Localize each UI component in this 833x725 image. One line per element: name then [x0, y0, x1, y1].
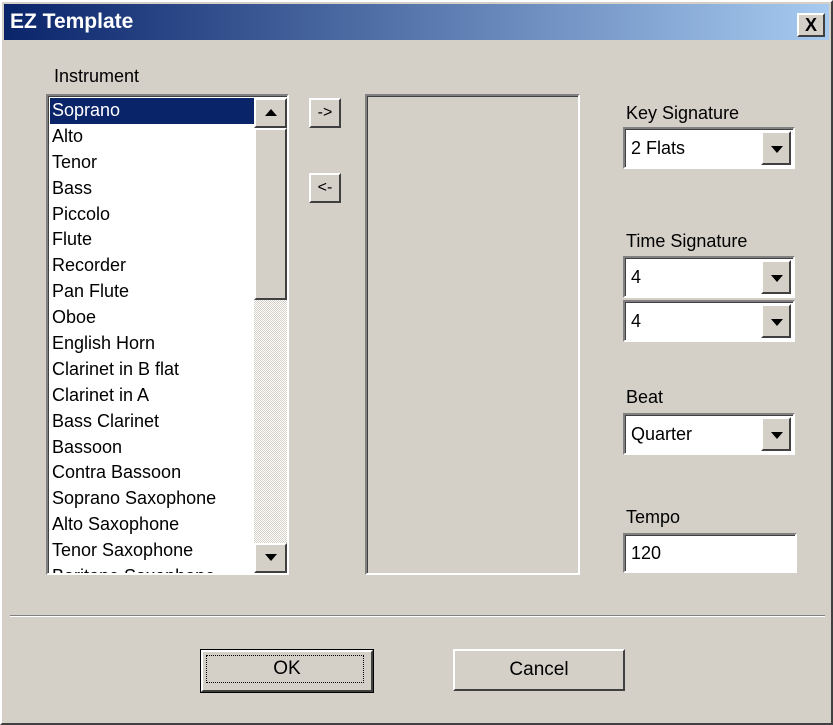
- time-numerator-dropdown-button[interactable]: [761, 260, 791, 294]
- remove-instrument-button[interactable]: <-: [309, 173, 341, 203]
- beat-value: Quarter: [631, 424, 693, 444]
- key-signature-label: Key Signature: [626, 103, 740, 123]
- up-arrow-icon: [265, 109, 277, 116]
- time-signature-denominator-combo[interactable]: 4: [623, 300, 795, 342]
- instrument-list-item[interactable]: Recorder: [50, 253, 254, 279]
- ok-button[interactable]: OK: [200, 649, 374, 693]
- instrument-list-item[interactable]: Baritone Saxophone: [50, 564, 254, 573]
- time-signature-numerator-combo[interactable]: 4: [623, 256, 795, 298]
- instrument-list-items: Soprano Alto Tenor Bass Piccolo Flute Recorder…: [50, 98, 254, 573]
- beat-label: Beat: [626, 387, 664, 407]
- dropdown-arrow-icon: [771, 319, 783, 326]
- instrument-label: Instrument: [54, 66, 140, 86]
- dropdown-arrow-icon: [771, 432, 783, 439]
- title-bar[interactable]: EZ Template X: [4, 4, 829, 40]
- instrument-list-item[interactable]: English Horn: [50, 331, 254, 357]
- add-button-label: ->: [317, 104, 333, 121]
- instrument-list-item[interactable]: Alto Saxophone: [50, 512, 254, 538]
- window-title: EZ Template: [10, 10, 134, 33]
- instrument-listbox[interactable]: Soprano Alto Tenor Bass Piccolo Flute Recorder…: [46, 94, 289, 575]
- instrument-list-item[interactable]: Oboe: [50, 305, 254, 331]
- instrument-list-item[interactable]: Piccolo: [50, 202, 254, 228]
- time-signature-label: Time Signature: [626, 231, 748, 251]
- cancel-button[interactable]: Cancel: [453, 649, 625, 691]
- selected-instruments-listbox[interactable]: [365, 94, 580, 575]
- dropdown-arrow-icon: [771, 275, 783, 282]
- time-signature-numerator-value: 4: [631, 267, 642, 287]
- instrument-list-item[interactable]: Flute: [50, 227, 254, 253]
- instrument-list-item[interactable]: Tenor: [50, 150, 254, 176]
- scroll-thumb[interactable]: [254, 128, 287, 300]
- dropdown-arrow-icon: [771, 146, 783, 153]
- down-arrow-icon: [265, 554, 277, 561]
- key-signature-dropdown-button[interactable]: [761, 131, 791, 165]
- close-icon: X: [804, 15, 817, 35]
- tempo-field[interactable]: [623, 533, 801, 573]
- beat-dropdown-button[interactable]: [761, 417, 791, 451]
- beat-combo[interactable]: Quarter: [623, 413, 795, 455]
- scroll-down-button[interactable]: [254, 543, 287, 573]
- separator: [10, 615, 825, 617]
- instrument-list-item[interactable]: Alto: [50, 124, 254, 150]
- add-instrument-button[interactable]: ->: [309, 98, 341, 128]
- instrument-list-item[interactable]: Pan Flute: [50, 279, 254, 305]
- tempo-input[interactable]: [627, 537, 801, 569]
- instrument-list-item[interactable]: Clarinet in B flat: [50, 357, 254, 383]
- close-button[interactable]: X: [797, 13, 825, 37]
- instrument-list-item[interactable]: Bass Clarinet: [50, 409, 254, 435]
- instrument-list-item[interactable]: Bass: [50, 176, 254, 202]
- ez-template-dialog: EZ Template X Instrument Soprano Alto Teno…: [0, 0, 833, 725]
- instrument-scrollbar[interactable]: [254, 98, 287, 573]
- ok-button-label: OK: [273, 658, 301, 679]
- time-denominator-dropdown-button[interactable]: [761, 304, 791, 338]
- instrument-list-item[interactable]: Contra Bassoon: [50, 460, 254, 486]
- cancel-button-label: Cancel: [509, 659, 569, 680]
- time-signature-denominator-value: 4: [631, 311, 642, 331]
- scroll-up-button[interactable]: [254, 98, 287, 128]
- key-signature-value: 2 Flats: [631, 138, 686, 158]
- instrument-list-item[interactable]: Soprano: [50, 98, 254, 124]
- instrument-list-item[interactable]: Clarinet in A: [50, 383, 254, 409]
- instrument-list-item[interactable]: Soprano Saxophone: [50, 486, 254, 512]
- remove-button-label: <-: [317, 179, 333, 196]
- instrument-list-item[interactable]: Tenor Saxophone: [50, 538, 254, 564]
- instrument-list-item[interactable]: Bassoon: [50, 435, 254, 461]
- tempo-label: Tempo: [626, 507, 681, 527]
- key-signature-combo[interactable]: 2 Flats: [623, 127, 795, 169]
